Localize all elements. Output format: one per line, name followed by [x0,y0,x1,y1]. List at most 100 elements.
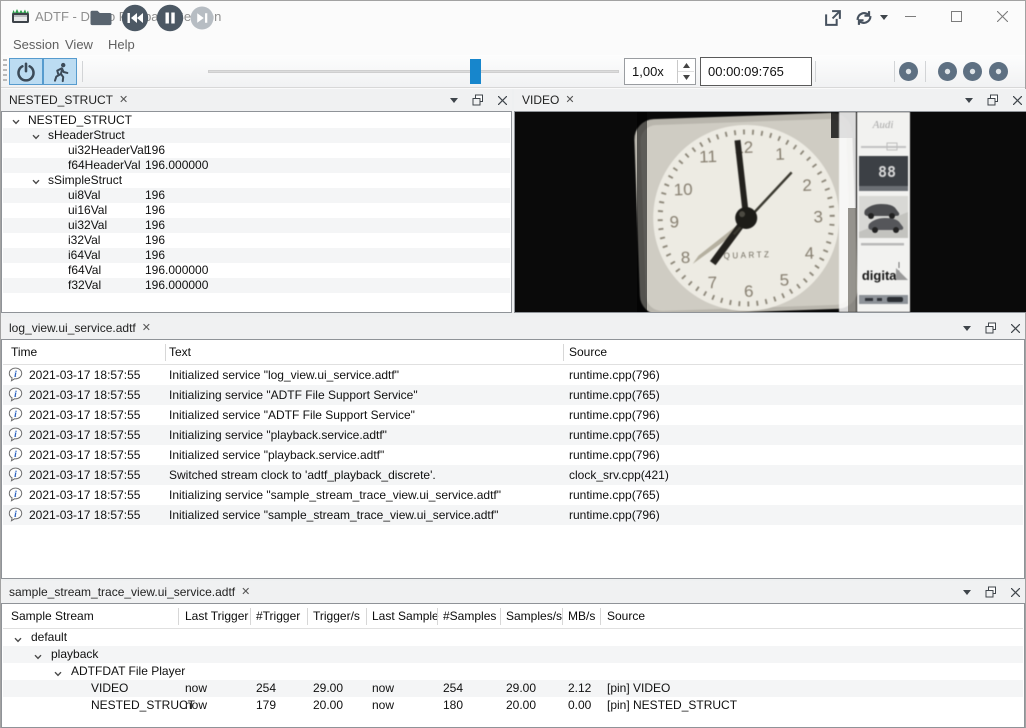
panel-close-button[interactable] [1010,93,1024,107]
speed-spinbox[interactable]: 1,00x [624,58,696,85]
power-toggle-button[interactable] [9,58,43,85]
column-header[interactable]: #Trigger [256,604,300,629]
tree-row[interactable]: i64Val196 [3,248,510,263]
panel-float-button[interactable] [986,93,1000,107]
log-row[interactable]: i2021-03-17 18:57:55Initialized service … [3,445,1023,465]
tab-close-icon[interactable]: ✕ [142,323,151,334]
run-toggle-button[interactable] [43,58,77,85]
trace-row[interactable]: default [3,629,1023,646]
column-separator[interactable] [250,608,251,625]
column-header[interactable]: Trigger/s [313,604,360,629]
menu-session[interactable]: Session [9,35,63,54]
column-header[interactable]: Time [11,340,37,365]
trace-row[interactable]: VIDEOnow25429.00now25429.002.12[pin] VID… [3,680,1023,697]
column-header[interactable]: Text [169,340,191,365]
column-header[interactable]: MB/s [568,604,595,629]
log-source: clock_srv.cpp(421) [569,465,669,485]
loop-options-dropdown[interactable] [878,4,890,31]
log-row[interactable]: i2021-03-17 18:57:55Switched stream cloc… [3,465,1023,485]
tree-row[interactable]: sHeaderStruct [3,128,510,143]
tree-row[interactable]: ui16Val196 [3,203,510,218]
panel-float-button[interactable] [984,585,998,599]
column-header[interactable]: Last Sample [372,604,439,629]
rewind-button[interactable] [119,4,151,31]
record-indicator-button-2[interactable] [935,59,959,83]
seek-slider-track[interactable] [208,70,619,73]
trace-row[interactable]: playback [3,646,1023,663]
tab-video[interactable]: VIDEO ✕ [514,89,581,111]
column-separator[interactable] [500,608,501,625]
tab-nested-struct[interactable]: NESTED_STRUCT ✕ [1,89,134,111]
column-header[interactable]: Source [607,604,645,629]
record-indicator-button-1[interactable] [896,59,920,83]
expand-chevron-icon[interactable] [31,176,41,186]
menu-help[interactable]: Help [104,35,139,54]
close-button[interactable] [979,1,1025,31]
menu-view[interactable]: View [61,35,97,54]
log-row[interactable]: i2021-03-17 18:57:55Initialized service … [3,505,1023,525]
tree-row[interactable]: f32Val196.000000 [3,278,510,293]
column-header[interactable]: Source [569,340,607,365]
maximize-button[interactable] [933,1,979,31]
column-separator[interactable] [600,608,601,625]
pause-button[interactable] [154,4,186,31]
tab-log-view[interactable]: log_view.ui_service.adtf ✕ [1,317,157,339]
panel-close-button[interactable] [1008,321,1022,335]
detach-view-button[interactable] [819,4,847,31]
minimize-button[interactable] [887,1,933,31]
trace-row[interactable]: NESTED_STRUCTnow17920.00now18020.000.00[… [3,697,1023,714]
expand-chevron-icon[interactable] [33,650,43,660]
panel-float-button[interactable] [471,93,485,107]
expand-chevron-icon[interactable] [31,131,41,141]
column-separator[interactable] [178,608,179,625]
speed-decrease-button[interactable] [678,71,694,83]
seek-slider-handle[interactable] [470,59,481,84]
record-indicator-button-3[interactable] [960,59,984,83]
tab-close-icon[interactable]: ✕ [119,95,128,106]
column-header[interactable]: Last Trigger [185,604,248,629]
panel-menu-button[interactable] [960,321,974,335]
toolbar-separator [925,61,926,82]
expand-chevron-icon[interactable] [13,633,23,643]
panel-float-button[interactable] [984,321,998,335]
column-header[interactable]: Sample Stream [11,604,94,629]
column-separator[interactable] [307,608,308,625]
record-indicator-button-4[interactable] [986,59,1010,83]
log-row[interactable]: i2021-03-17 18:57:55Initializing service… [3,485,1023,505]
tab-trace-view[interactable]: sample_stream_trace_view.ui_service.adtf… [1,581,256,603]
column-header[interactable]: Samples/s [506,604,562,629]
panel-close-button[interactable] [1008,585,1022,599]
log-row[interactable]: i2021-03-17 18:57:55Initialized service … [3,405,1023,425]
panel-menu-button[interactable] [447,93,461,107]
column-separator[interactable] [563,344,564,361]
column-separator[interactable] [165,344,166,361]
tree-row[interactable]: ui8Val196 [3,188,510,203]
time-input[interactable] [700,57,812,86]
tree-row[interactable]: sSimpleStruct [3,173,510,188]
open-file-button[interactable] [87,4,115,31]
tree-row[interactable]: i32Val196 [3,233,510,248]
tree-row[interactable]: ui32Val196 [3,218,510,233]
column-separator[interactable] [437,608,438,625]
panel-menu-button[interactable] [962,93,976,107]
column-separator[interactable] [562,608,563,625]
step-forward-button[interactable] [188,4,216,31]
expand-chevron-icon[interactable] [11,116,21,126]
expand-chevron-icon[interactable] [53,667,63,677]
column-header[interactable]: #Samples [443,604,496,629]
panel-close-button[interactable] [495,93,509,107]
panel-menu-button[interactable] [960,585,974,599]
tree-row[interactable]: ui32HeaderVal196 [3,143,510,158]
tree-row[interactable]: NESTED_STRUCT [3,113,510,128]
tab-close-icon[interactable]: ✕ [241,587,250,598]
tree-row[interactable]: f64Val196.000000 [3,263,510,278]
log-row[interactable]: i2021-03-17 18:57:55Initialized service … [3,365,1023,385]
tab-close-icon[interactable]: ✕ [565,95,574,106]
log-row[interactable]: i2021-03-17 18:57:55Initializing service… [3,385,1023,405]
loop-playback-button[interactable] [850,4,878,31]
column-separator[interactable] [366,608,367,625]
trace-row[interactable]: ADTFDAT File Player [3,663,1023,680]
log-row[interactable]: i2021-03-17 18:57:55Initializing service… [3,425,1023,445]
toolbar-drag-handle[interactable] [3,59,7,83]
tree-row[interactable]: f64HeaderVal196.000000 [3,158,510,173]
